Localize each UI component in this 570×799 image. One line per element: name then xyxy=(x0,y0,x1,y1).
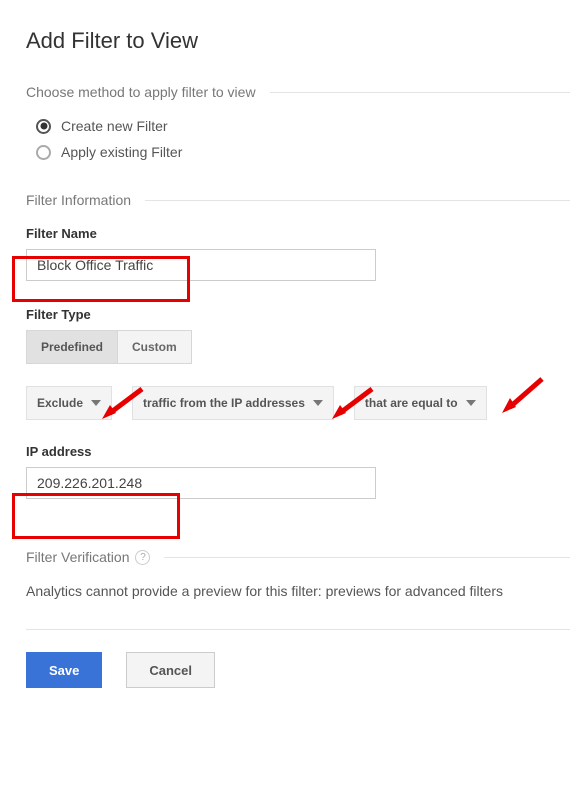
filter-dropdown-row: Exclude traffic from the IP addresses th… xyxy=(26,386,570,420)
save-button[interactable]: Save xyxy=(26,652,102,688)
button-label: Cancel xyxy=(149,663,192,678)
tab-label: Predefined xyxy=(41,340,103,354)
radio-label: Create new Filter xyxy=(61,118,168,134)
radio-icon xyxy=(36,119,51,134)
dropdown-match-type[interactable]: that are equal to xyxy=(354,386,487,420)
dropdown-exclude[interactable]: Exclude xyxy=(26,386,112,420)
tab-custom[interactable]: Custom xyxy=(118,330,192,364)
filter-name-input[interactable] xyxy=(26,249,376,281)
ip-address-input[interactable] xyxy=(26,467,376,499)
filter-type-label: Filter Type xyxy=(26,307,570,322)
caret-down-icon xyxy=(91,400,101,406)
tab-label: Custom xyxy=(132,340,177,354)
section-filter-verification: Filter Verification ? xyxy=(26,549,570,565)
dropdown-traffic-source[interactable]: traffic from the IP addresses xyxy=(132,386,334,420)
dropdown-label: Exclude xyxy=(37,396,83,410)
caret-down-icon xyxy=(466,400,476,406)
ip-address-label: IP address xyxy=(26,444,570,459)
section-filter-method: Choose method to apply filter to view xyxy=(26,84,570,100)
section-filter-information: Filter Information xyxy=(26,192,570,208)
section-filter-information-label: Filter Information xyxy=(26,192,131,208)
radio-apply-existing-filter[interactable]: Apply existing Filter xyxy=(36,144,570,160)
filter-name-label: Filter Name xyxy=(26,226,570,241)
page-title: Add Filter to View xyxy=(26,28,570,54)
tab-predefined[interactable]: Predefined xyxy=(26,330,118,364)
radio-label: Apply existing Filter xyxy=(61,144,182,160)
section-filter-method-label: Choose method to apply filter to view xyxy=(26,84,256,100)
dropdown-label: that are equal to xyxy=(365,396,458,410)
radio-icon xyxy=(36,145,51,160)
divider xyxy=(145,200,570,201)
section-filter-verification-label: Filter Verification xyxy=(26,549,129,565)
button-row: Save Cancel xyxy=(26,652,570,688)
caret-down-icon xyxy=(313,400,323,406)
filter-verification-message: Analytics cannot provide a preview for t… xyxy=(26,583,570,599)
cancel-button[interactable]: Cancel xyxy=(126,652,215,688)
help-icon[interactable]: ? xyxy=(135,550,150,565)
divider xyxy=(26,629,570,630)
filter-type-tabs: Predefined Custom xyxy=(26,330,570,364)
radio-create-new-filter[interactable]: Create new Filter xyxy=(36,118,570,134)
divider xyxy=(164,557,570,558)
divider xyxy=(270,92,570,93)
button-label: Save xyxy=(49,663,79,678)
dropdown-label: traffic from the IP addresses xyxy=(143,396,305,410)
